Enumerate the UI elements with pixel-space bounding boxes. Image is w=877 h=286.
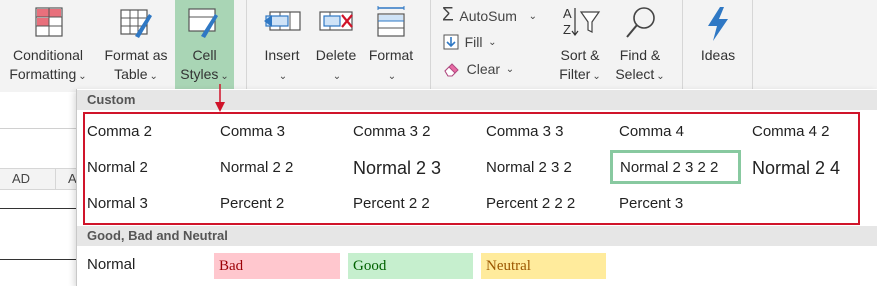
delete-button[interactable]: Delete ⌄ [310, 0, 362, 90]
custom-section-header: Custom [77, 90, 877, 110]
svg-text:Z: Z [563, 22, 571, 37]
autosum-button[interactable]: Σ AutoSum ⌄ [442, 4, 550, 26]
cell-styles-icon [188, 8, 218, 38]
cell-style-comma-3-2[interactable]: Comma 3 2 [353, 116, 477, 148]
conditional-formatting-label: Conditional Formatting ⌄ [9, 47, 87, 82]
ideas-button[interactable]: Ideas [690, 0, 746, 90]
cell-border-line [0, 208, 76, 209]
cell-styles-button[interactable]: Cell Styles ⌄ [175, 0, 234, 90]
insert-cells-icon [264, 11, 301, 31]
chevron-down-icon: ⌄ [78, 71, 87, 82]
cell-style-good[interactable]: Good [348, 253, 473, 279]
chevron-down-icon: ⌄ [278, 71, 288, 82]
ribbon-separator [246, 0, 247, 90]
sheet-divider [0, 128, 76, 129]
sort-filter-icon: A Z [563, 6, 601, 37]
chevron-down-icon: ⌄ [505, 64, 515, 75]
ribbon-separator [430, 0, 431, 90]
cell-style-percent-3[interactable]: Percent 3 [619, 188, 743, 220]
delete-cells-icon [319, 11, 353, 31]
chevron-down-icon: ⌄ [220, 71, 229, 82]
eraser-icon [444, 62, 459, 77]
cell-style-comma-4-2[interactable]: Comma 4 2 [752, 116, 876, 148]
cell-style-bad[interactable]: Bad [214, 253, 340, 279]
cell-border-line [0, 259, 76, 260]
chevron-down-icon: ⌄ [656, 71, 665, 82]
format-as-table-icon [120, 9, 152, 38]
good-bad-neutral-section-header: Good, Bad and Neutral [77, 226, 877, 246]
cell-style-percent-2[interactable]: Percent 2 [220, 188, 344, 220]
chevron-down-icon: ⌄ [488, 37, 497, 48]
cell-style-percent-2-2-2[interactable]: Percent 2 2 2 [486, 188, 610, 220]
format-as-table-label: Format as Table ⌄ [104, 47, 168, 82]
svg-text:A: A [563, 6, 572, 21]
find-select-button[interactable]: Find & Select ⌄ [610, 0, 670, 90]
clear-button[interactable]: Clear ⌄ [443, 57, 523, 79]
fill-down-icon [443, 34, 459, 50]
format-button[interactable]: Format ⌄ [364, 0, 418, 90]
sort-filter-label: Sort & Filter ⌄ [559, 47, 601, 82]
sort-filter-button[interactable]: A Z Sort & Filter ⌄ [553, 0, 607, 90]
chevron-down-icon: ⌄ [149, 71, 158, 82]
cell-styles-gallery: Custom Comma 2 Comma 3 Comma 3 2 Comma 3… [76, 89, 877, 286]
fill-button[interactable]: Fill ⌄ [443, 30, 513, 52]
cell-style-neutral[interactable]: Neutral [481, 253, 606, 279]
column-header-ad[interactable]: AD [12, 171, 30, 186]
chevron-down-icon: ⌄ [592, 71, 601, 82]
ribbon: Conditional Formatting ⌄ Format as Table ⌄… [0, 0, 877, 92]
format-label: Format ⌄ [368, 47, 414, 82]
ribbon-separator [682, 0, 683, 90]
conditional-formatting-button[interactable]: Conditional Formatting ⌄ [4, 0, 92, 90]
cell-style-comma-2[interactable]: Comma 2 [87, 116, 211, 148]
insert-label: Insert ⌄ [264, 47, 300, 82]
cell-styles-label: Cell Styles ⌄ [180, 47, 229, 82]
conditional-formatting-icon [35, 7, 63, 37]
cell-style-comma-3[interactable]: Comma 3 [220, 116, 344, 148]
cell-style-normal-2-4[interactable]: Normal 2 4 [752, 152, 876, 184]
column-header-row: AD A [0, 168, 77, 190]
chevron-down-icon: ⌄ [528, 11, 537, 22]
cell-style-normal-2-3[interactable]: Normal 2 3 [353, 152, 477, 184]
cell-style-normal-3[interactable]: Normal 3 [87, 188, 211, 220]
chevron-down-icon: ⌄ [387, 71, 397, 82]
magnifier-icon [626, 7, 655, 38]
cell-style-comma-4[interactable]: Comma 4 [619, 116, 743, 148]
find-select-label: Find & Select ⌄ [615, 47, 665, 82]
cell-style-percent-2-2[interactable]: Percent 2 2 [353, 188, 477, 220]
delete-label: Delete ⌄ [315, 47, 357, 82]
cell-style-normal-2-3-2[interactable]: Normal 2 3 2 [486, 152, 610, 184]
chevron-down-icon: ⌄ [332, 71, 342, 82]
sigma-icon: Σ [442, 4, 454, 26]
cell-style-normal[interactable]: Normal [87, 251, 211, 279]
format-cells-icon [377, 6, 405, 37]
cell-style-normal-2-2[interactable]: Normal 2 2 [220, 152, 344, 184]
ideas-label: Ideas [700, 47, 736, 63]
format-as-table-button[interactable]: Format as Table ⌄ [97, 0, 175, 90]
ribbon-separator [752, 0, 753, 90]
cell-style-normal-2[interactable]: Normal 2 [87, 152, 211, 184]
lightning-icon [708, 7, 728, 41]
cell-style-normal-2-3-2-2[interactable]: Normal 2 3 2 2 [610, 150, 741, 184]
cell-style-comma-3-3[interactable]: Comma 3 3 [486, 116, 610, 148]
column-divider [55, 169, 56, 189]
insert-button[interactable]: Insert ⌄ [256, 0, 308, 90]
annotation-arrow [215, 84, 225, 112]
